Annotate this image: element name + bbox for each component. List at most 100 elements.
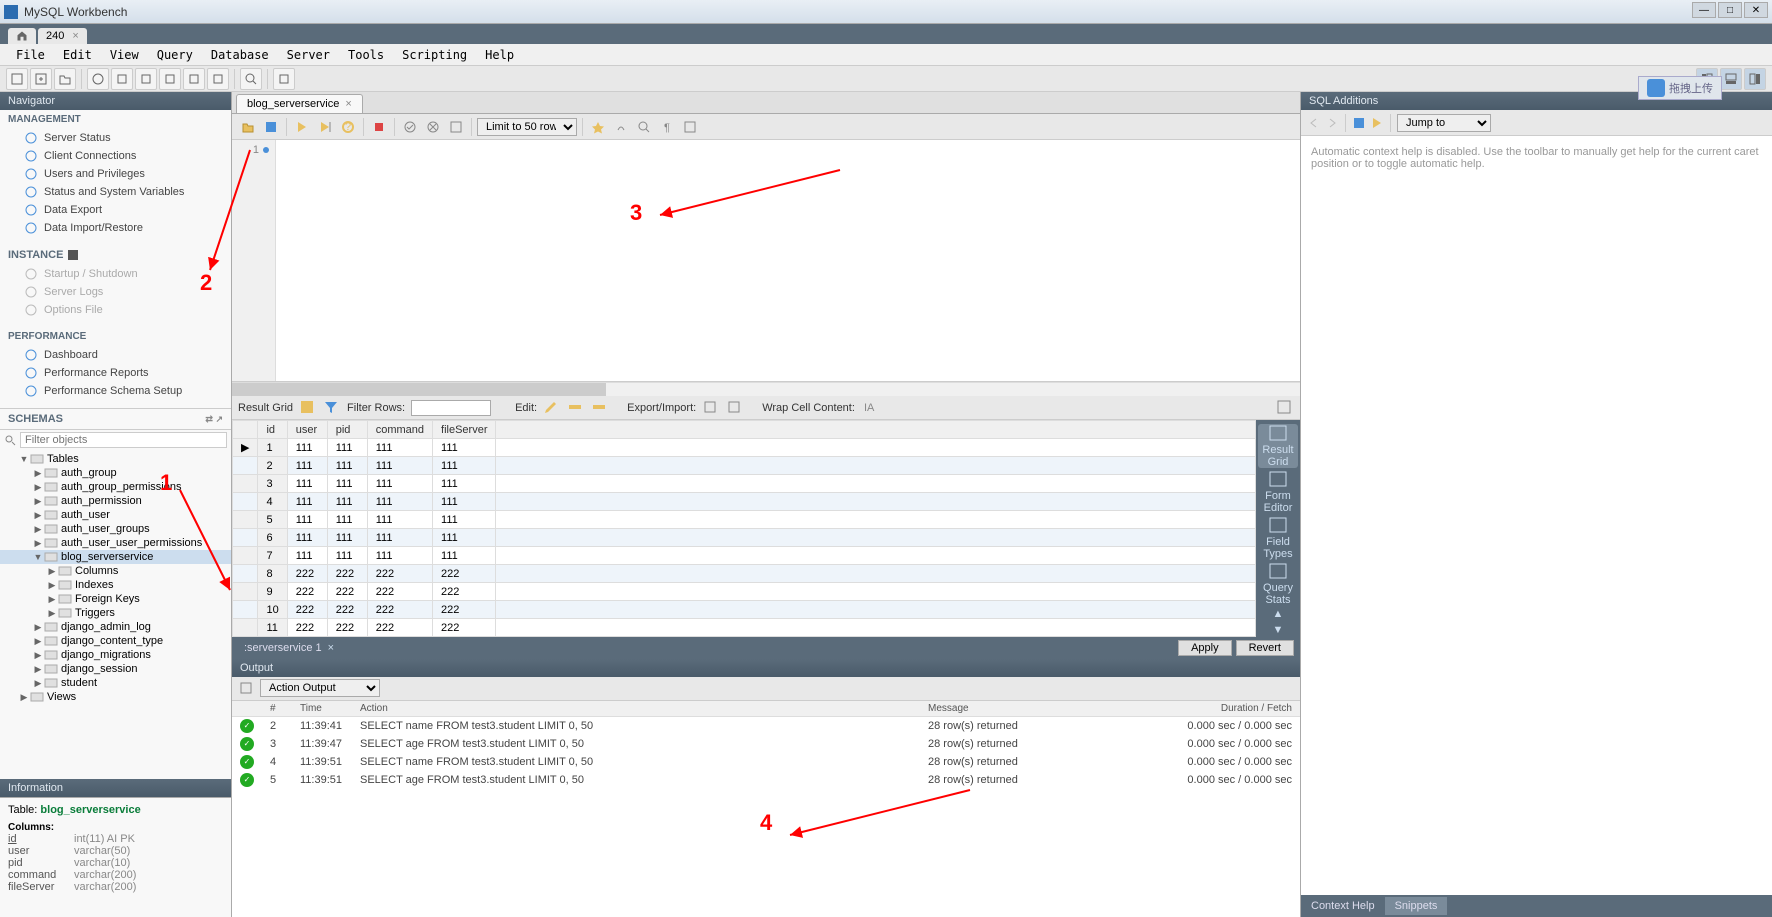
wrap-icon[interactable]: IA bbox=[861, 399, 879, 417]
tool-button-3[interactable] bbox=[135, 68, 157, 90]
maximize-button[interactable]: □ bbox=[1718, 2, 1742, 18]
stop-button[interactable] bbox=[369, 117, 389, 137]
tree-item[interactable]: ▶auth_user_groups bbox=[0, 522, 231, 536]
menu-view[interactable]: View bbox=[102, 46, 147, 64]
menu-query[interactable]: Query bbox=[149, 46, 201, 64]
side-tab[interactable]: FieldTypes bbox=[1258, 516, 1298, 560]
sql-tab[interactable]: blog_serverservice × bbox=[236, 94, 363, 113]
up-arrow[interactable]: ▲ bbox=[1268, 608, 1288, 622]
tool-button-8[interactable] bbox=[273, 68, 295, 90]
beautify-button[interactable] bbox=[588, 117, 608, 137]
limit-select[interactable]: Limit to 50 rows bbox=[477, 118, 577, 136]
output-row[interactable]: ✓511:39:51SELECT age FROM test3.student … bbox=[232, 771, 1300, 789]
table-row[interactable]: 2111111111111 bbox=[233, 457, 1256, 475]
tool-button-4[interactable] bbox=[159, 68, 181, 90]
nav-item[interactable]: Status and System Variables bbox=[0, 183, 231, 201]
tree-item[interactable]: ▶student bbox=[0, 676, 231, 690]
nav-item[interactable]: Data Export bbox=[0, 201, 231, 219]
minimize-button[interactable]: — bbox=[1692, 2, 1716, 18]
tree-item[interactable]: ▶auth_group bbox=[0, 466, 231, 480]
table-row[interactable]: 4111111111111 bbox=[233, 493, 1256, 511]
clear-output-icon[interactable] bbox=[238, 680, 254, 696]
tree-item[interactable]: ▶auth_user bbox=[0, 508, 231, 522]
edit-icon[interactable] bbox=[543, 399, 561, 417]
tool-button-7[interactable] bbox=[240, 68, 262, 90]
search-button[interactable] bbox=[634, 117, 654, 137]
table-row[interactable]: ▶1111111111111 bbox=[233, 439, 1256, 457]
apply-button[interactable]: Apply bbox=[1178, 640, 1232, 656]
panel-toggle-3[interactable] bbox=[1744, 68, 1766, 90]
snippets-tab[interactable]: Snippets bbox=[1385, 897, 1448, 915]
nav-item[interactable]: Server Status bbox=[0, 129, 231, 147]
nav-item[interactable]: Dashboard bbox=[0, 346, 231, 364]
result-grid[interactable]: iduserpidcommandfileServer▶1111111111111… bbox=[232, 420, 1256, 637]
open-file-button[interactable] bbox=[238, 117, 258, 137]
tree-item[interactable]: ▶Views bbox=[0, 690, 231, 704]
menu-scripting[interactable]: Scripting bbox=[394, 46, 475, 64]
nav-item[interactable]: Performance Reports bbox=[0, 364, 231, 382]
revert-button[interactable]: Revert bbox=[1236, 640, 1294, 656]
nav-item[interactable]: Options File bbox=[0, 301, 231, 319]
rollback-button[interactable] bbox=[423, 117, 443, 137]
schema-filter-input[interactable] bbox=[20, 432, 227, 448]
nav-item[interactable]: Client Connections bbox=[0, 147, 231, 165]
next-icon[interactable] bbox=[1325, 116, 1339, 130]
tree-item[interactable]: ▶django_content_type bbox=[0, 634, 231, 648]
menu-file[interactable]: File bbox=[8, 46, 53, 64]
import-icon[interactable] bbox=[726, 399, 744, 417]
table-row[interactable]: 5111111111111 bbox=[233, 511, 1256, 529]
close-button[interactable]: ✕ bbox=[1744, 2, 1768, 18]
close-icon[interactable]: × bbox=[328, 642, 334, 654]
output-select[interactable]: Action Output bbox=[260, 679, 380, 697]
tree-item[interactable]: ▶Columns bbox=[0, 564, 231, 578]
tree-item[interactable]: ▶auth_permission bbox=[0, 494, 231, 508]
help-icon[interactable] bbox=[1352, 116, 1366, 130]
tree-item[interactable]: ▶django_session bbox=[0, 662, 231, 676]
tool-button-5[interactable] bbox=[183, 68, 205, 90]
side-tab[interactable]: QueryStats bbox=[1258, 562, 1298, 606]
delete-row-icon[interactable] bbox=[591, 399, 609, 417]
insert-row-icon[interactable] bbox=[567, 399, 585, 417]
filter-icon[interactable] bbox=[323, 399, 341, 417]
schemas-actions[interactable]: ⇄ ↗ bbox=[205, 414, 223, 425]
tool-button-b[interactable] bbox=[611, 117, 631, 137]
close-icon[interactable]: × bbox=[72, 30, 78, 42]
export-icon[interactable] bbox=[702, 399, 720, 417]
table-row[interactable]: 8222222222222 bbox=[233, 565, 1256, 583]
table-row[interactable]: 3111111111111 bbox=[233, 475, 1256, 493]
execute-current-button[interactable] bbox=[315, 117, 335, 137]
auto-help-icon[interactable] bbox=[1370, 116, 1384, 130]
panel-toggle-2[interactable] bbox=[1720, 68, 1742, 90]
tree-item[interactable]: ▼Tables bbox=[0, 452, 231, 466]
prev-icon[interactable] bbox=[1307, 116, 1321, 130]
close-icon[interactable]: × bbox=[345, 98, 351, 110]
tool-button-6[interactable] bbox=[207, 68, 229, 90]
home-tab[interactable] bbox=[8, 28, 36, 44]
tool-button-2[interactable] bbox=[111, 68, 133, 90]
new-tab-button[interactable] bbox=[30, 68, 52, 90]
tree-item[interactable]: ▶Foreign Keys bbox=[0, 592, 231, 606]
explain-button[interactable]: ? bbox=[338, 117, 358, 137]
menu-server[interactable]: Server bbox=[279, 46, 338, 64]
nav-item[interactable]: Users and Privileges bbox=[0, 165, 231, 183]
tree-item[interactable]: ▶django_migrations bbox=[0, 648, 231, 662]
tree-item[interactable]: ▼blog_serverservice bbox=[0, 550, 231, 564]
output-row[interactable]: ✓311:39:47SELECT age FROM test3.student … bbox=[232, 735, 1300, 753]
output-row[interactable]: ✓411:39:51SELECT name FROM test3.student… bbox=[232, 753, 1300, 771]
editor-hscroll[interactable] bbox=[232, 382, 1300, 396]
autocommit-button[interactable] bbox=[446, 117, 466, 137]
tree-item[interactable]: ▶auth_user_user_permissions bbox=[0, 536, 231, 550]
output-row[interactable]: ✓211:39:41SELECT name FROM test3.student… bbox=[232, 716, 1300, 735]
toggle-invisible-button[interactable]: ¶ bbox=[657, 117, 677, 137]
grid-icon[interactable] bbox=[299, 399, 317, 417]
jump-select[interactable]: Jump to bbox=[1397, 114, 1491, 132]
result-tab-label[interactable]: :serverservice 1 bbox=[238, 642, 328, 654]
open-script-button[interactable] bbox=[54, 68, 76, 90]
menu-edit[interactable]: Edit bbox=[55, 46, 100, 64]
menu-help[interactable]: Help bbox=[477, 46, 522, 64]
save-button[interactable] bbox=[261, 117, 281, 137]
nav-item[interactable]: Server Logs bbox=[0, 283, 231, 301]
wrap-button[interactable] bbox=[680, 117, 700, 137]
menu-database[interactable]: Database bbox=[203, 46, 277, 64]
panel-toggle-icon[interactable] bbox=[1276, 399, 1294, 417]
